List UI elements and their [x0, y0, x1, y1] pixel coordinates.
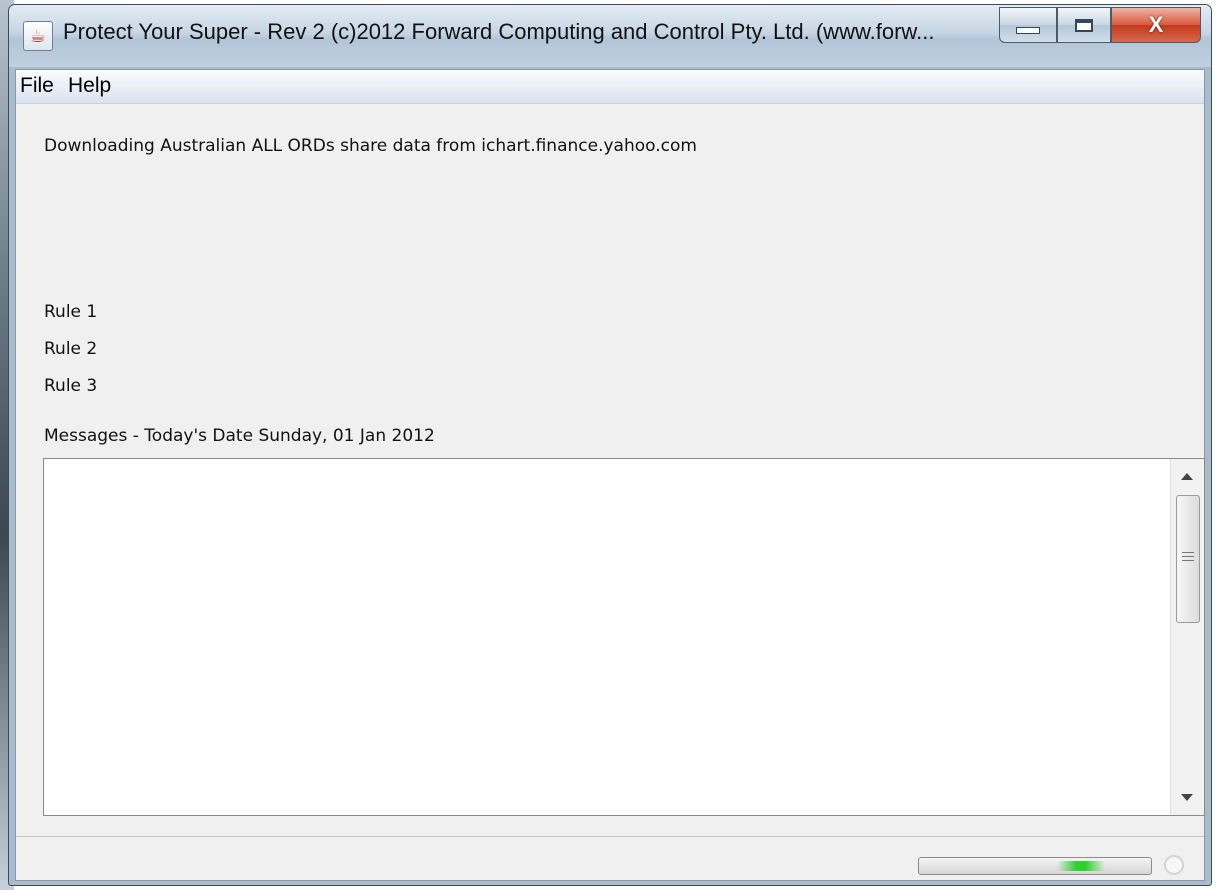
maximize-icon [1075, 18, 1093, 32]
rule-1-label: Rule 1 [44, 302, 98, 322]
close-button[interactable]: X [1111, 7, 1201, 43]
scroll-down-arrow-icon[interactable] [1181, 794, 1193, 801]
grip-icon [1182, 552, 1194, 561]
menu-bar: File Help [16, 70, 1204, 104]
java-cup-icon[interactable]: ☕ [23, 21, 53, 51]
title-bar[interactable]: ☕ Protect Your Super - Rev 2 (c)2012 For… [9, 5, 1211, 67]
minimize-button[interactable] [999, 7, 1057, 43]
progress-indicator [1057, 861, 1105, 871]
maximize-button[interactable] [1057, 7, 1111, 43]
vertical-scrollbar[interactable] [1170, 459, 1204, 815]
busy-circle-icon [1164, 855, 1184, 875]
scrollbar-thumb[interactable] [1176, 495, 1200, 623]
rule-3-label: Rule 3 [44, 376, 98, 396]
window-title: Protect Your Super - Rev 2 (c)2012 Forwa… [63, 19, 935, 44]
indeterminate-progress-bar [918, 857, 1152, 875]
menu-help[interactable]: Help [68, 74, 111, 98]
download-status-text: Downloading Australian ALL ORDs share da… [44, 136, 697, 156]
messages-label: Messages - Today's Date Sunday, 01 Jan 2… [44, 426, 435, 446]
client-area: File Help Downloading Australian ALL ORD… [15, 69, 1205, 881]
minimize-icon [1016, 26, 1040, 34]
scroll-up-arrow-icon[interactable] [1181, 473, 1193, 480]
status-bar [16, 836, 1204, 880]
close-icon: X [1148, 12, 1164, 37]
messages-text-area[interactable] [43, 458, 1205, 816]
menu-file[interactable]: File [20, 74, 54, 98]
app-window: ☕ Protect Your Super - Rev 2 (c)2012 For… [8, 4, 1212, 886]
rule-2-label: Rule 2 [44, 339, 98, 359]
